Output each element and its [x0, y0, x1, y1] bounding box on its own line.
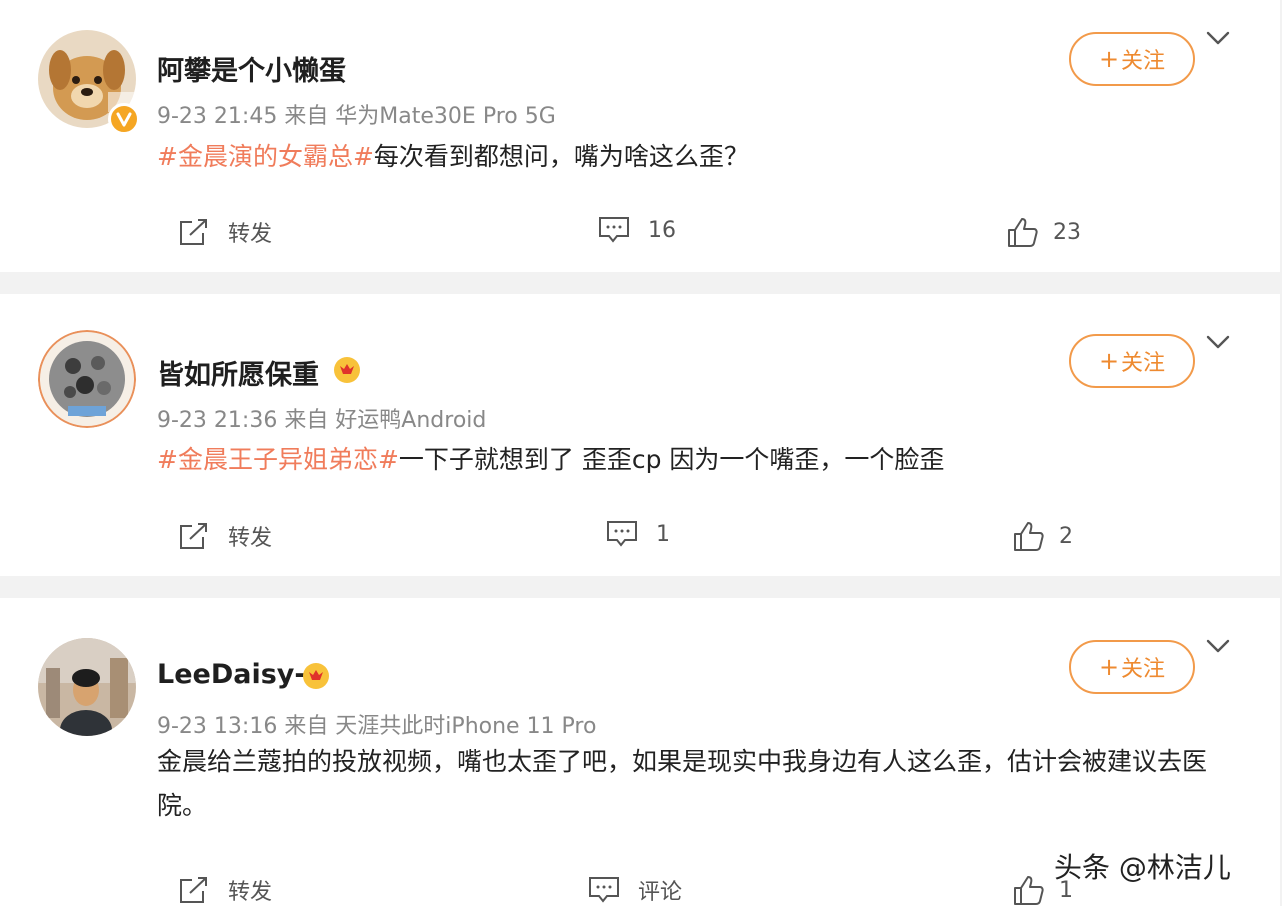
- username[interactable]: 皆如所愿保重: [157, 353, 319, 392]
- repost-label: 转发: [228, 526, 273, 551]
- comment-count: 1: [656, 521, 670, 547]
- comment-icon: [599, 217, 629, 243]
- plus-icon: +: [1098, 653, 1120, 681]
- like-count: 23: [1053, 219, 1081, 245]
- post-card: 阿攀是个小懒蛋 9-23 21:45 来自 华为Mate30E Pro 5G #…: [0, 0, 1280, 272]
- post-body: 金晨给兰蔻拍的投放视频，嘴也太歪了吧，如果是现实中我身边有人这么歪，估计会被建议…: [157, 747, 1208, 820]
- chevron-down-icon[interactable]: [1206, 334, 1230, 350]
- plus-icon: +: [1098, 347, 1120, 375]
- comment-button[interactable]: 评论: [588, 874, 682, 906]
- post-text: #金晨演的女霸总#每次看到都想问，嘴为啥这么歪？: [157, 135, 749, 179]
- repost-button[interactable]: 转发: [178, 216, 272, 248]
- follow-label: 关注: [1121, 351, 1166, 376]
- repost-icon: [180, 877, 207, 903]
- repost-label: 转发: [228, 222, 273, 247]
- follow-label: 关注: [1121, 49, 1166, 74]
- post-text: 金晨给兰蔻拍的投放视频，嘴也太歪了吧，如果是现实中我身边有人这么歪，估计会被建议…: [157, 740, 1237, 828]
- comment-icon: [589, 877, 619, 903]
- like-button[interactable]: 23: [1007, 216, 1081, 248]
- hashtag-link[interactable]: #金晨王子异姐弟恋#: [157, 445, 399, 474]
- comment-label: 评论: [638, 880, 683, 905]
- post-meta: 9-23 13:16 来自 天涯共此时iPhone 11 Pro: [157, 714, 597, 739]
- post-body: 一下子就想到了 歪歪cp 因为一个嘴歪，一个脸歪: [398, 445, 945, 474]
- avatar[interactable]: [38, 330, 136, 428]
- thumbs-up-icon: [1014, 522, 1044, 551]
- post-body: 每次看到都想问，嘴为啥这么歪？: [373, 142, 749, 171]
- watermark: 头条 @林洁儿: [1054, 851, 1231, 884]
- repost-button[interactable]: 转发: [178, 874, 272, 906]
- repost-button[interactable]: 转发: [178, 520, 272, 552]
- verified-badge-icon: [108, 103, 140, 135]
- username[interactable]: 阿攀是个小懒蛋: [157, 49, 346, 88]
- repost-icon: [180, 219, 207, 245]
- weibo-comment-feed: 阿攀是个小懒蛋 9-23 21:45 来自 华为Mate30E Pro 5G #…: [0, 0, 1282, 906]
- post-text: #金晨王子异姐弟恋#一下子就想到了 歪歪cp 因为一个嘴歪，一个脸歪: [157, 438, 944, 482]
- comment-count: 16: [648, 217, 676, 243]
- comment-button[interactable]: 16: [598, 216, 676, 244]
- username[interactable]: LeeDaisy-: [157, 659, 306, 690]
- thumbs-up-icon: [1014, 876, 1044, 905]
- vip-crown-icon: [303, 663, 329, 689]
- comment-button[interactable]: 1: [606, 520, 670, 548]
- repost-label: 转发: [228, 880, 273, 905]
- post-card: 皆如所愿保重 9-23 21:36 来自 好运鸭Android #金晨王子异姐弟…: [0, 294, 1280, 576]
- thumbs-up-icon: [1008, 218, 1038, 247]
- like-button[interactable]: 2: [1013, 520, 1073, 552]
- follow-button[interactable]: + 关注: [1069, 640, 1195, 694]
- repost-icon: [180, 523, 207, 549]
- follow-label: 关注: [1121, 657, 1166, 682]
- follow-button[interactable]: + 关注: [1069, 32, 1195, 86]
- like-count: 2: [1059, 523, 1073, 549]
- post-meta: 9-23 21:45 来自 华为Mate30E Pro 5G: [157, 104, 556, 129]
- follow-button[interactable]: + 关注: [1069, 334, 1195, 388]
- comment-icon: [607, 521, 637, 547]
- post-meta: 9-23 21:36 来自 好运鸭Android: [157, 408, 487, 433]
- plus-icon: +: [1098, 45, 1120, 73]
- chevron-down-icon[interactable]: [1206, 638, 1230, 654]
- hashtag-link[interactable]: #金晨演的女霸总#: [157, 142, 374, 171]
- chevron-down-icon[interactable]: [1206, 30, 1230, 46]
- avatar[interactable]: [38, 638, 136, 736]
- vip-crown-icon: [334, 357, 360, 383]
